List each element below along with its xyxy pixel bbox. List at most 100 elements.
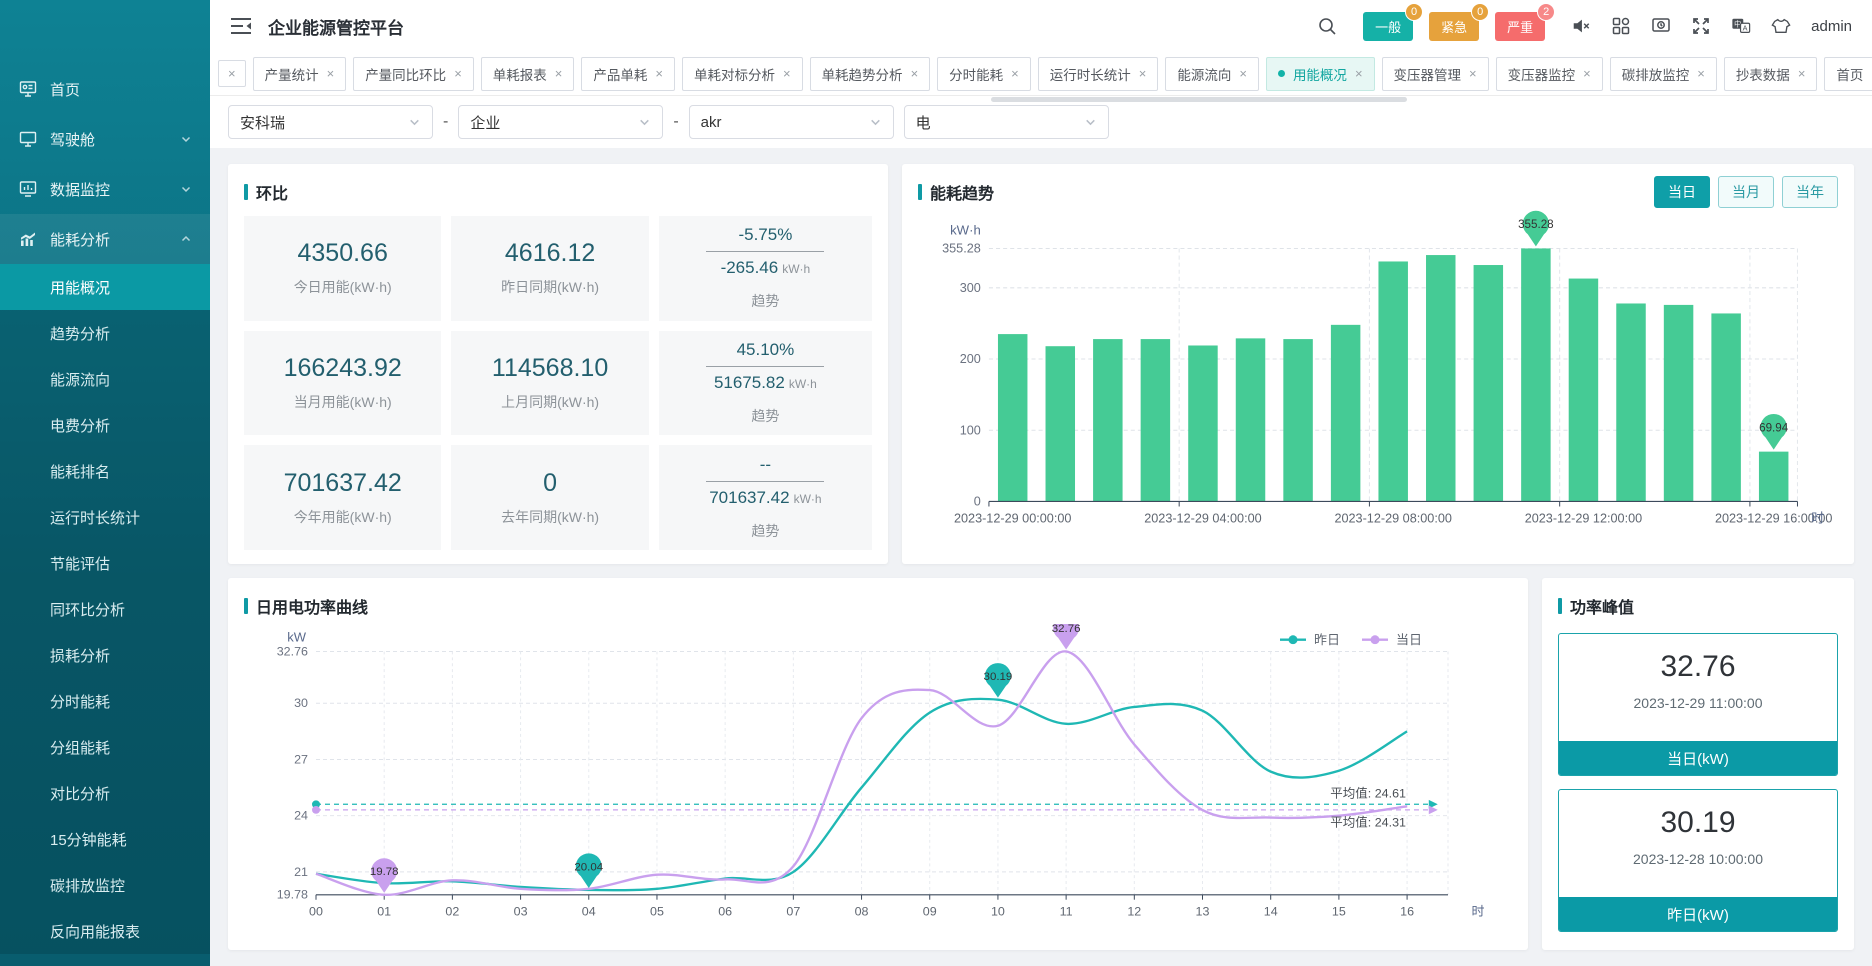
- tab-close-icon[interactable]: ×: [1583, 67, 1591, 80]
- svg-text:32.76: 32.76: [277, 645, 308, 659]
- peak-range-button[interactable]: 当日(kW): [1559, 741, 1837, 775]
- tab-close-icon[interactable]: ×: [1239, 67, 1247, 80]
- search-icon[interactable]: [1315, 14, 1339, 38]
- tab-12[interactable]: 变压器监控 ×: [1496, 57, 1603, 91]
- app-title: 企业能源管控平台: [268, 14, 404, 39]
- tab-14[interactable]: 抄表数据×: [1724, 57, 1818, 91]
- panel-title-huanbi: 环比: [244, 180, 288, 204]
- tab-7[interactable]: 分时能耗×: [937, 57, 1031, 91]
- tab-3[interactable]: 单耗报表×: [481, 57, 575, 91]
- tab-close-icon[interactable]: ×: [1139, 67, 1147, 80]
- tab-close-icon[interactable]: ×: [1697, 67, 1705, 80]
- peak-value: 32.76: [1660, 650, 1735, 684]
- tab-close-icon[interactable]: ×: [911, 67, 919, 80]
- tab-label: 碳排放监控: [1622, 64, 1690, 84]
- sidebar-subitem-13[interactable]: 碳排放监控: [0, 862, 210, 908]
- alarm-count-badge: 2: [1537, 3, 1555, 21]
- range-button-2[interactable]: 当年: [1782, 176, 1838, 208]
- bar: [1283, 339, 1312, 501]
- tab-close-icon[interactable]: ×: [327, 67, 335, 80]
- theme-shirt-icon[interactable]: [1769, 14, 1793, 38]
- sidebar-subitem-6[interactable]: 节能评估: [0, 540, 210, 586]
- sidebar-subitem-7[interactable]: 同环比分析: [0, 586, 210, 632]
- tab-6[interactable]: 单耗趋势分析×: [810, 57, 931, 91]
- tab-close-icon[interactable]: ×: [655, 67, 663, 80]
- main-column: 企业能源管控平台 一般0 紧急0 严重2 中A: [210, 0, 1872, 966]
- chevron-down-icon: [869, 116, 882, 129]
- select-value: 电: [916, 112, 1084, 133]
- sidebar-subitem-14[interactable]: 反向用能报表: [0, 908, 210, 954]
- sidebar-subitem-10[interactable]: 分组能耗: [0, 724, 210, 770]
- tab-close-icon[interactable]: ×: [555, 67, 563, 80]
- sidebar-subitem-5[interactable]: 运行时长统计: [0, 494, 210, 540]
- tab-1[interactable]: 产量统计×: [253, 57, 347, 91]
- trend-divider: [706, 366, 824, 367]
- tab-close-icon[interactable]: ×: [1469, 67, 1477, 80]
- tab-scrollbar[interactable]: [991, 97, 1407, 102]
- sidebar-item-energy-analysis[interactable]: 能耗分析: [0, 214, 210, 264]
- tab-9[interactable]: 能源流向×: [1165, 57, 1259, 91]
- mute-icon[interactable]: [1569, 14, 1593, 38]
- sidebar-subitem-0[interactable]: 用能概况: [0, 264, 210, 310]
- filter-select-3[interactable]: 电: [904, 105, 1109, 139]
- sidebar-subitem-8[interactable]: 损耗分析: [0, 632, 210, 678]
- trend-percent: 45.10%: [737, 340, 795, 360]
- sidebar-subitem-4[interactable]: 能耗排名: [0, 448, 210, 494]
- sidebar-subitem-9[interactable]: 分时能耗: [0, 678, 210, 724]
- range-button-0[interactable]: 当日: [1654, 176, 1710, 208]
- tab-close-icon[interactable]: ×: [228, 67, 236, 80]
- alarm-button-severe[interactable]: 严重2: [1495, 12, 1545, 41]
- tab-10[interactable]: 用能概况×: [1266, 57, 1375, 91]
- tab-close-icon[interactable]: ×: [1355, 67, 1363, 80]
- sidebar-subitem-1[interactable]: 趋势分析: [0, 310, 210, 356]
- filter-select-0[interactable]: 安科瑞: [228, 105, 433, 139]
- tab-11[interactable]: 变压器管理×: [1382, 57, 1489, 91]
- sidebar-item-data-monitor[interactable]: 数据监控: [0, 164, 210, 214]
- trend-delta: 701637.42kW·h: [709, 488, 821, 508]
- sidebar-subitem-12[interactable]: 15分钟能耗: [0, 816, 210, 862]
- tab-close-icon[interactable]: ×: [1011, 67, 1019, 80]
- translate-icon[interactable]: 中A: [1729, 14, 1753, 38]
- tab-0[interactable]: ×: [218, 60, 246, 87]
- sidebar-subitem-3[interactable]: 电费分析: [0, 402, 210, 448]
- screen-time-icon[interactable]: [1649, 14, 1673, 38]
- app-grid-icon[interactable]: [1609, 14, 1633, 38]
- filter-select-2[interactable]: akr: [689, 105, 894, 139]
- energy-trend-chart: 0100200300355.282023-12-29 00:00:002023-…: [918, 210, 1838, 550]
- sidebar-item-home[interactable]: 首页: [0, 64, 210, 114]
- bar: [1521, 248, 1550, 501]
- bar: [1378, 261, 1407, 501]
- tab-5[interactable]: 单耗对标分析×: [682, 57, 803, 91]
- tab-close-icon[interactable]: ×: [1798, 67, 1806, 80]
- tab-label: 变压器监控: [1508, 64, 1576, 84]
- range-button-1[interactable]: 当月: [1718, 176, 1774, 208]
- bar: [998, 334, 1027, 501]
- filter-select-1[interactable]: 企业: [458, 105, 663, 139]
- tab-13[interactable]: 碳排放监控 ×: [1610, 57, 1717, 91]
- tab-close-icon[interactable]: ×: [783, 67, 791, 80]
- alarm-button-urgent[interactable]: 紧急0: [1429, 12, 1479, 41]
- tab-8[interactable]: 运行时长统计×: [1038, 57, 1159, 91]
- collapse-menu-icon[interactable]: [230, 17, 252, 35]
- stat-label: 上月同期(kW·h): [501, 392, 599, 412]
- sidebar-item-label: 能耗分析: [50, 229, 180, 250]
- range-buttons: 当日当月当年: [1646, 176, 1838, 208]
- fullscreen-icon[interactable]: [1689, 14, 1713, 38]
- bar: [1474, 265, 1503, 501]
- tab-4[interactable]: 产品单耗×: [581, 57, 675, 91]
- sidebar-subitem-2[interactable]: 能源流向: [0, 356, 210, 402]
- svg-text:2023-12-29 04:00:00: 2023-12-29 04:00:00: [1144, 512, 1261, 526]
- sidebar-item-cockpit[interactable]: 驾驶舱: [0, 114, 210, 164]
- trend-divider: [706, 251, 824, 252]
- filter-separator: -: [443, 113, 448, 131]
- tab-15[interactable]: 首页×: [1824, 57, 1872, 91]
- svg-text:时: 时: [1811, 511, 1824, 526]
- tab-2[interactable]: 产量同比环比×: [353, 57, 474, 91]
- alarm-button-general[interactable]: 一般0: [1363, 12, 1413, 41]
- admin-user[interactable]: admin: [1811, 18, 1852, 35]
- sidebar-subitem-11[interactable]: 对比分析: [0, 770, 210, 816]
- stat-value: 4350.66: [298, 239, 388, 268]
- peak-range-button[interactable]: 昨日(kW): [1559, 897, 1837, 931]
- tab-close-icon[interactable]: ×: [454, 67, 462, 80]
- filterbar: 安科瑞-企业-akr电: [210, 96, 1872, 148]
